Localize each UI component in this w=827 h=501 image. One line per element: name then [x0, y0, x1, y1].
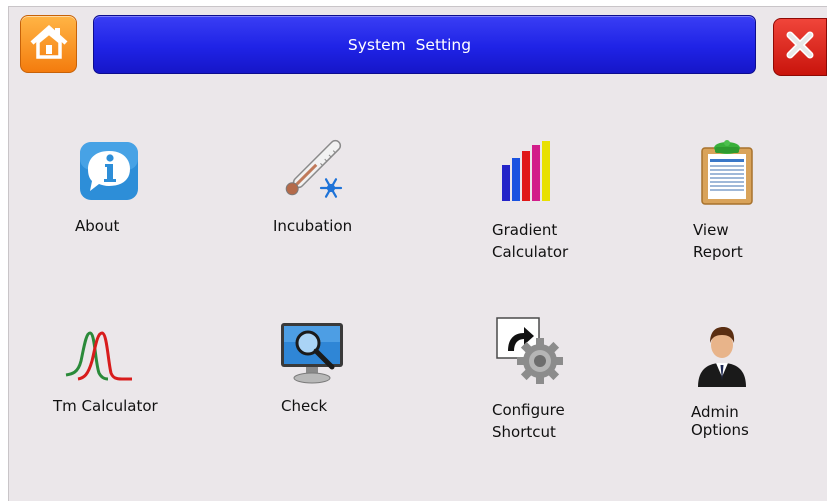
tm-calculator-button[interactable]: Tm Calculator — [48, 315, 173, 420]
home-icon — [29, 23, 69, 65]
gradient-calculator-button[interactable]: Gradient Calculator — [488, 135, 608, 261]
close-button[interactable] — [773, 18, 827, 76]
gradient-calculator-label: Gradient Calculator — [492, 221, 569, 261]
check-label: Check — [281, 397, 328, 415]
admin-options-label: Admin Options — [691, 403, 749, 439]
monitor-magnifier-icon — [276, 321, 348, 391]
tm-calculator-label: Tm Calculator — [53, 397, 158, 415]
check-button[interactable]: Check — [262, 315, 372, 420]
clipboard-report-icon — [698, 139, 756, 209]
admin-user-icon — [694, 321, 750, 391]
page-title: System Setting — [347, 35, 472, 54]
configure-shortcut-button[interactable]: Configure Shortcut — [488, 315, 608, 441]
about-label: About — [75, 217, 120, 235]
shortcut-gear-icon — [494, 315, 566, 389]
thermometer-snowflake-icon — [274, 135, 349, 209]
info-icon — [78, 141, 140, 205]
incubation-button[interactable]: Incubation — [262, 135, 372, 240]
view-report-label: View Report — [693, 221, 743, 261]
view-report-button[interactable]: View Report — [680, 135, 790, 261]
title-bar: System Setting — [93, 15, 756, 74]
melt-curve-icon — [64, 327, 134, 391]
configure-shortcut-label: Configure Shortcut — [492, 401, 565, 441]
gradient-bars-icon — [500, 141, 560, 207]
admin-options-button[interactable]: Admin Options — [680, 315, 790, 440]
close-icon — [785, 30, 815, 64]
incubation-label: Incubation — [273, 217, 353, 235]
about-button[interactable]: About — [60, 135, 170, 240]
home-button[interactable] — [20, 15, 77, 73]
